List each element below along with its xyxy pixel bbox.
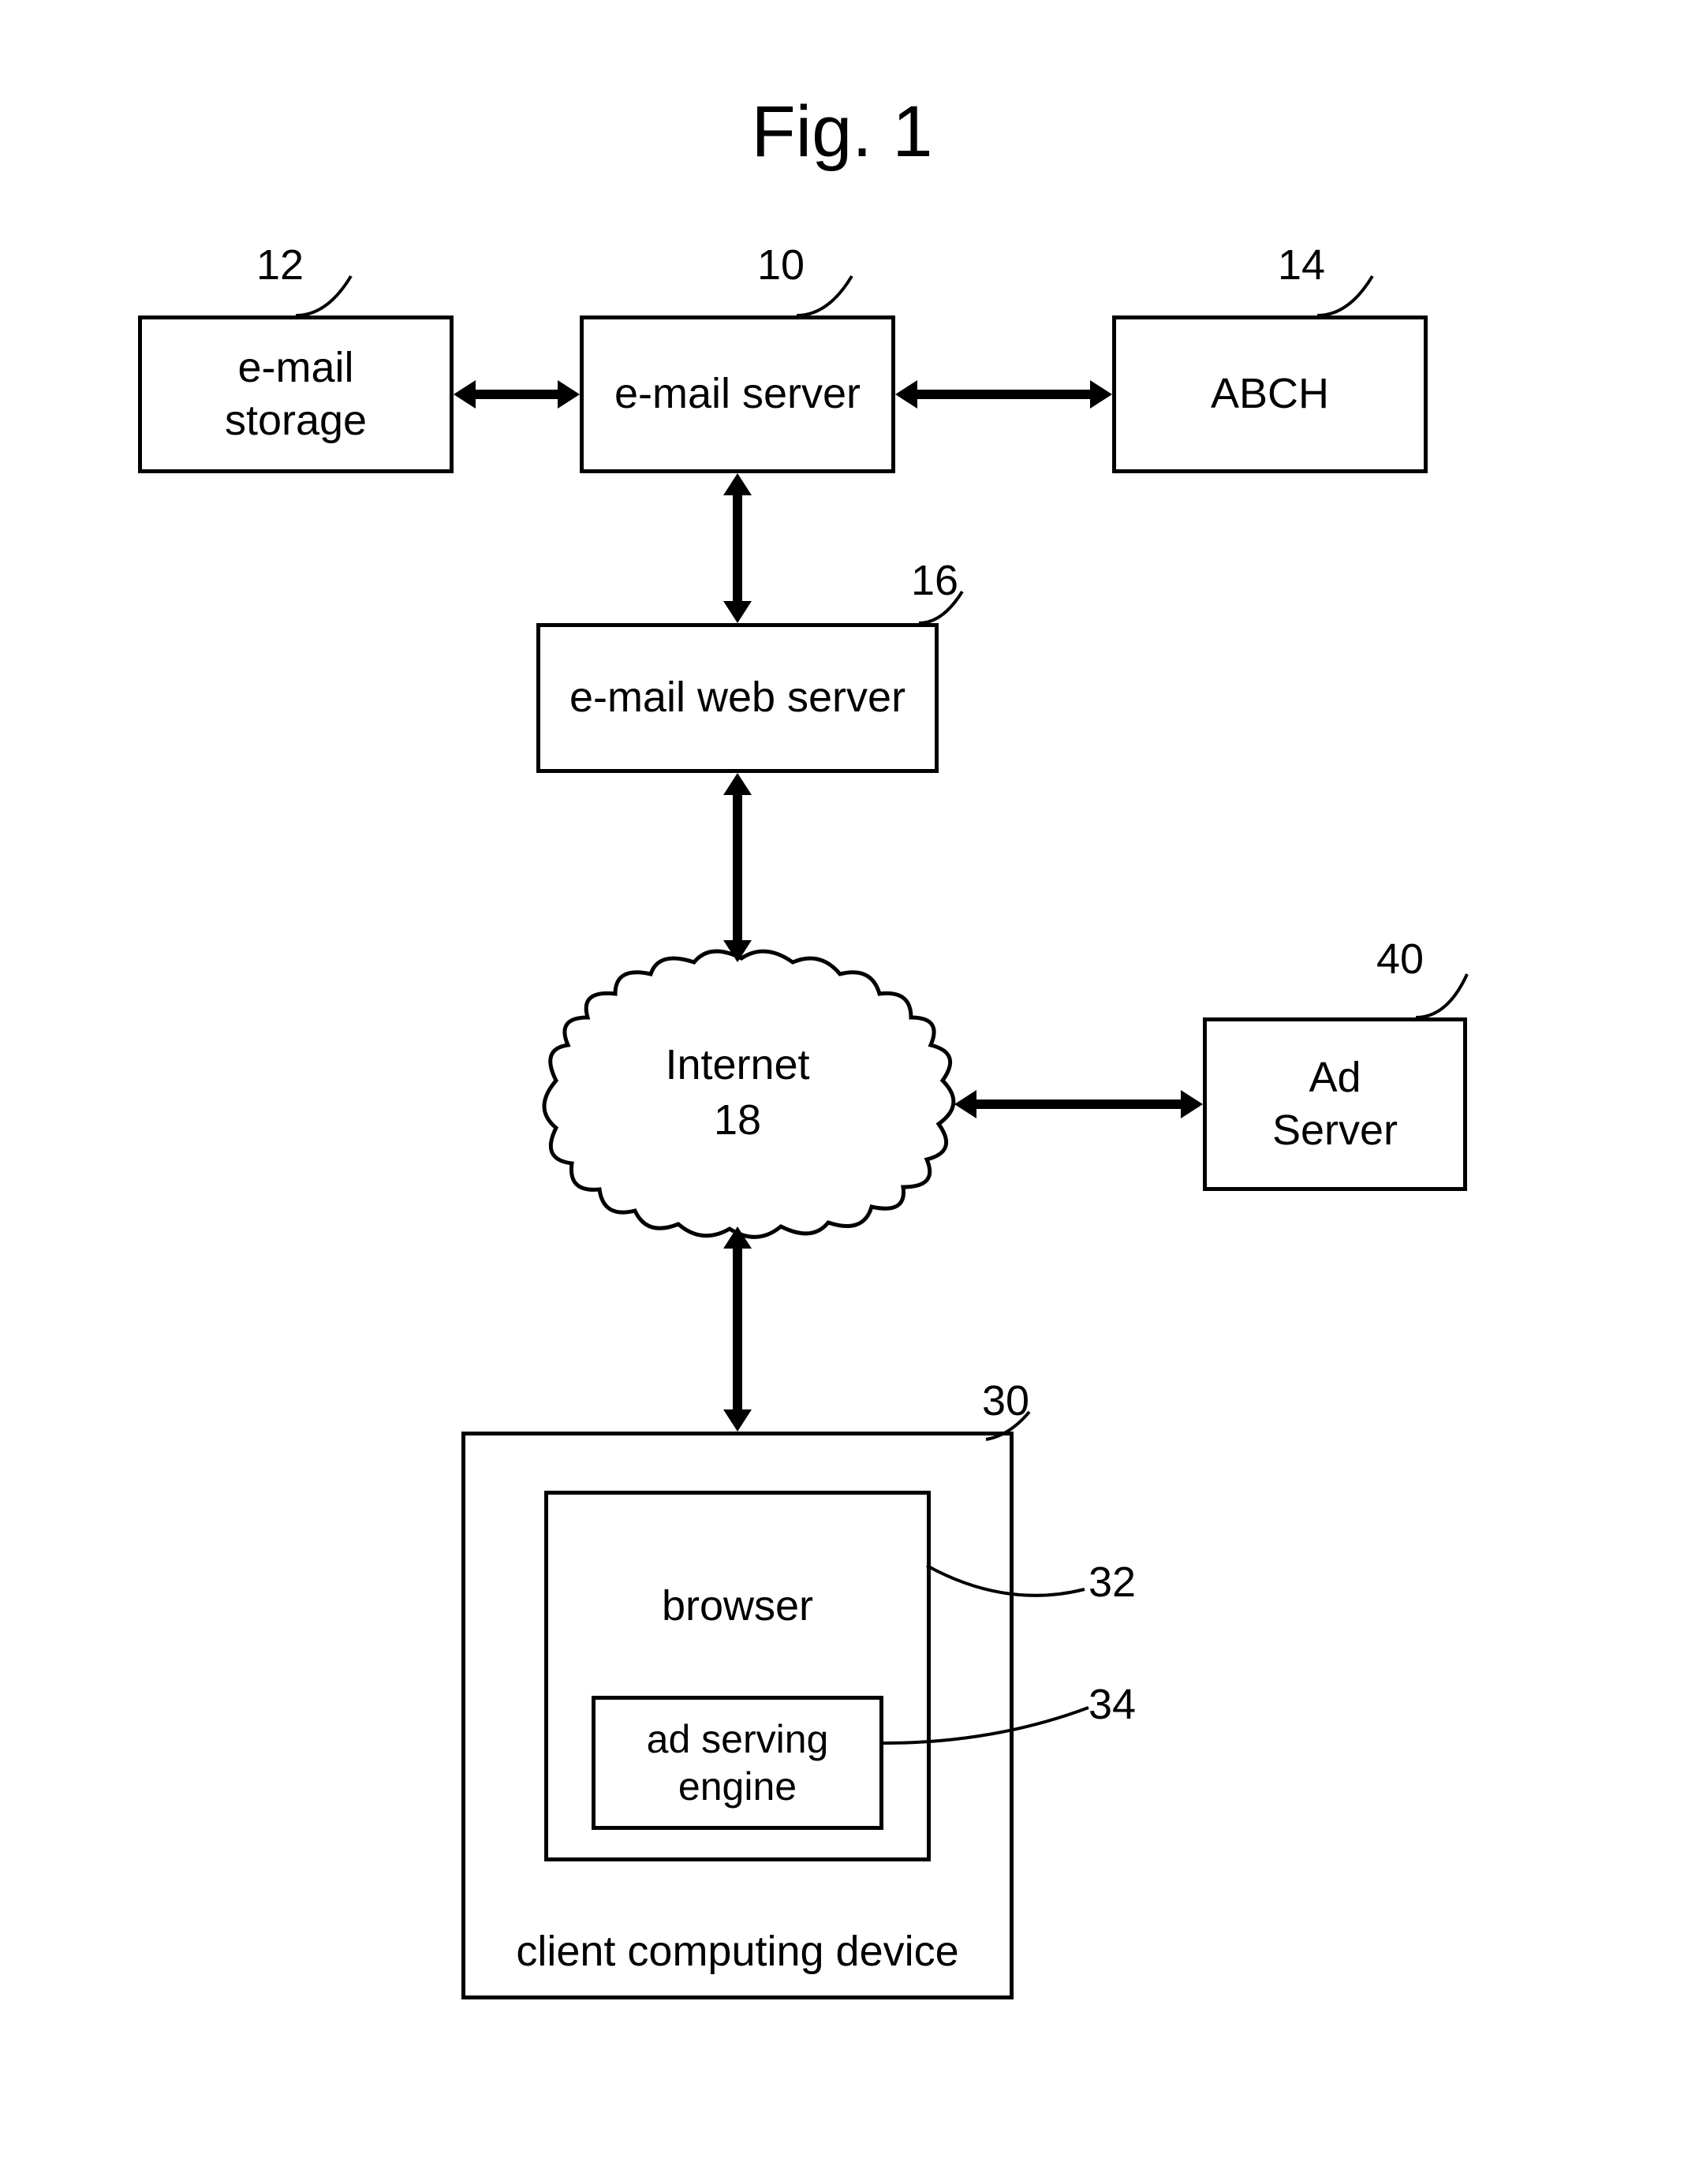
client-device-label: client computing device: [516, 1927, 958, 1976]
internet-label: Internet 18: [665, 1037, 809, 1148]
email-storage-callout: [296, 276, 375, 319]
ad-engine-box: ad serving engine: [592, 1696, 883, 1830]
email-server-callout: [797, 276, 876, 319]
browser-callout: [927, 1566, 1100, 1613]
internet-cloud: Internet 18: [493, 939, 982, 1246]
email-web-server-box: e-mail web server: [536, 623, 939, 773]
client-device-callout: [986, 1412, 1049, 1443]
browser-box: browser ad serving engine: [544, 1491, 931, 1861]
arrow-storage-server: [454, 380, 580, 409]
arrow-internet-client: [723, 1226, 752, 1432]
ad-server-callout: [1416, 974, 1487, 1021]
ad-engine-callout: [883, 1700, 1104, 1747]
arrow-server-abch: [895, 380, 1112, 409]
email-server-box: e-mail server: [580, 315, 895, 473]
arrow-server-webserver: [723, 473, 752, 623]
arrow-internet-adserver: [954, 1090, 1203, 1118]
ad-server-box: Ad Server: [1203, 1017, 1467, 1191]
abch-callout: [1317, 276, 1396, 319]
email-web-server-callout: [919, 592, 982, 627]
arrow-webserver-internet: [723, 773, 752, 962]
email-storage-box: e-mail storage: [138, 315, 454, 473]
browser-label: browser: [662, 1581, 813, 1630]
figure-title: Fig. 1: [0, 91, 1684, 174]
abch-box: ABCH: [1112, 315, 1428, 473]
